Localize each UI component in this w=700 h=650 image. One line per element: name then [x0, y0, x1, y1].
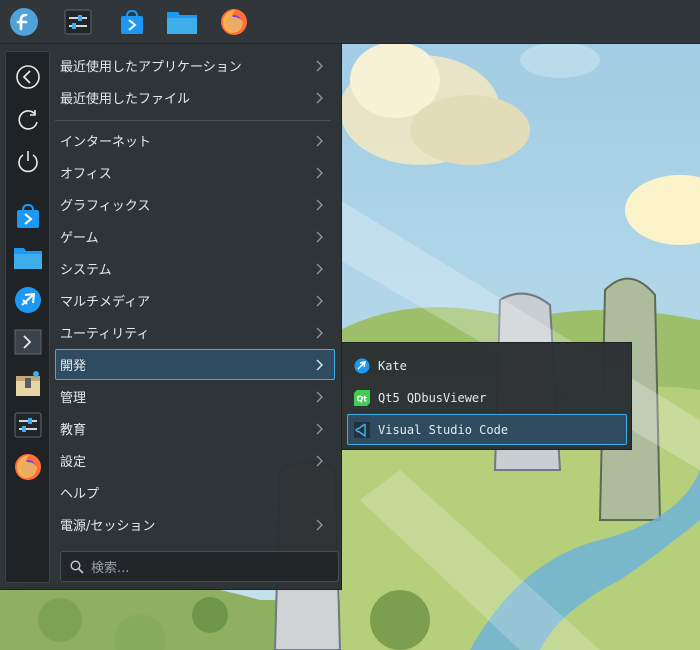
chevron-right-icon	[316, 167, 323, 179]
chevron-right-icon	[316, 327, 323, 339]
chevron-right-icon	[316, 391, 323, 403]
menu-item-label: インターネット	[60, 135, 152, 150]
folder-icon	[14, 248, 42, 269]
menu-item-office[interactable]: オフィス	[55, 157, 335, 188]
menu-item-utilities[interactable]: ユーティリティ	[55, 317, 335, 348]
menu-item-label: 電源/セッション	[60, 519, 156, 534]
sidebar-files-button[interactable]	[12, 242, 44, 274]
dolphin-folder-icon	[167, 12, 197, 34]
menu-item-multimedia[interactable]: マルチメディア	[55, 285, 335, 316]
taskbar-discover[interactable]	[114, 4, 150, 40]
kate-icon	[354, 358, 370, 374]
submenu-item-kate[interactable]: Kate	[347, 350, 627, 381]
menu-item-internet[interactable]: インターネット	[55, 125, 335, 156]
back-arrow-icon	[16, 65, 40, 89]
application-menu: 最近使用したアプリケーション 最近使用したファイル インターネット オフィス グ…	[0, 44, 342, 590]
menu-item-education[interactable]: 教育	[55, 413, 335, 444]
search-input[interactable]: 検索...	[60, 551, 339, 582]
menu-item-label: 教育	[60, 423, 87, 438]
kde-connect-icon	[15, 287, 41, 313]
chevron-right-icon	[316, 359, 323, 371]
fedora-logo-icon	[10, 8, 38, 36]
discover-store-icon	[121, 9, 143, 34]
menu-item-label: 最近使用したファイル	[60, 92, 191, 107]
chevron-right-icon	[316, 519, 323, 531]
submenu-item-qdbusviewer[interactable]: Qt Qt5 QDbusViewer	[347, 382, 627, 413]
archive-icon	[16, 371, 40, 396]
restart-icon	[18, 110, 38, 130]
sidebar-settings-button[interactable]	[12, 409, 44, 441]
firefox-icon	[15, 454, 41, 480]
qt-icon: Qt	[354, 390, 370, 406]
menu-separator	[55, 120, 331, 121]
chevron-right-icon	[316, 423, 323, 435]
menu-item-label: ヘルプ	[60, 487, 100, 502]
menu-item-label: ゲーム	[60, 231, 99, 246]
menu-item-graphics[interactable]: グラフィックス	[55, 189, 335, 220]
menu-item-system[interactable]: システム	[55, 253, 335, 284]
sidebar-archive-button[interactable]	[12, 368, 44, 400]
taskbar-dolphin[interactable]	[164, 4, 200, 40]
chevron-right-icon	[316, 199, 323, 211]
power-icon	[18, 151, 38, 173]
chevron-right-icon	[316, 295, 323, 307]
menu-item-label: 開発	[60, 359, 87, 374]
sidebar-discover-button[interactable]	[12, 200, 44, 232]
menu-sidebar	[5, 51, 50, 583]
sidebar-kdeconnect-button[interactable]	[12, 284, 44, 316]
menu-item-label: オフィス	[60, 167, 112, 182]
menu-item-settings[interactable]: 設定	[55, 445, 335, 476]
menu-item-label: システム	[60, 263, 112, 278]
system-settings-icon	[64, 9, 92, 35]
menu-item-recent-apps[interactable]: 最近使用したアプリケーション	[55, 50, 335, 81]
search-placeholder: 検索...	[91, 561, 130, 576]
menu-item-label: マルチメディア	[60, 295, 151, 310]
chevron-right-icon	[316, 455, 323, 467]
sidebar-firefox-button[interactable]	[12, 451, 44, 483]
system-settings-icon	[14, 412, 42, 438]
chevron-right-icon	[316, 92, 323, 104]
chevron-right-icon	[316, 231, 323, 243]
sidebar-back-button[interactable]	[12, 61, 44, 93]
menu-item-recent-files[interactable]: 最近使用したファイル	[55, 82, 335, 113]
submenu-item-vscode[interactable]: Visual Studio Code	[347, 414, 627, 445]
menu-item-help[interactable]: ヘルプ	[55, 477, 335, 508]
svg-text:Qt: Qt	[357, 395, 368, 404]
sidebar-terminal-button[interactable]	[12, 326, 44, 358]
development-submenu: Kate Qt Qt5 QDbusViewer Visual Studio Co…	[341, 342, 632, 450]
chevron-right-icon	[316, 135, 323, 147]
menu-item-power-session[interactable]: 電源/セッション	[55, 509, 335, 540]
menu-item-administration[interactable]: 管理	[55, 381, 335, 412]
taskbar-system-settings[interactable]	[60, 4, 96, 40]
menu-item-games[interactable]: ゲーム	[55, 221, 335, 252]
search-icon	[70, 560, 84, 574]
vscode-icon	[354, 422, 370, 438]
terminal-icon	[14, 329, 42, 355]
top-panel	[0, 0, 700, 44]
sidebar-restart-button[interactable]	[12, 104, 44, 136]
chevron-right-icon	[316, 60, 323, 72]
menu-item-label: 最近使用したアプリケーション	[60, 60, 242, 75]
menu-item-label: ユーティリティ	[60, 327, 150, 342]
menu-item-label: グラフィックス	[60, 199, 151, 214]
submenu-item-label: Qt5 QDbusViewer	[378, 390, 487, 405]
application-launcher-button[interactable]	[6, 4, 42, 40]
menu-item-label: 管理	[60, 391, 87, 406]
sidebar-power-button[interactable]	[12, 146, 44, 178]
menu-item-label: 設定	[60, 455, 87, 470]
discover-store-icon	[17, 203, 39, 228]
submenu-item-label: Visual Studio Code	[378, 422, 509, 437]
menu-item-development[interactable]: 開発	[55, 349, 335, 380]
firefox-icon	[221, 9, 247, 35]
chevron-right-icon	[316, 263, 323, 275]
submenu-item-label: Kate	[378, 358, 407, 373]
taskbar-firefox[interactable]	[216, 4, 252, 40]
